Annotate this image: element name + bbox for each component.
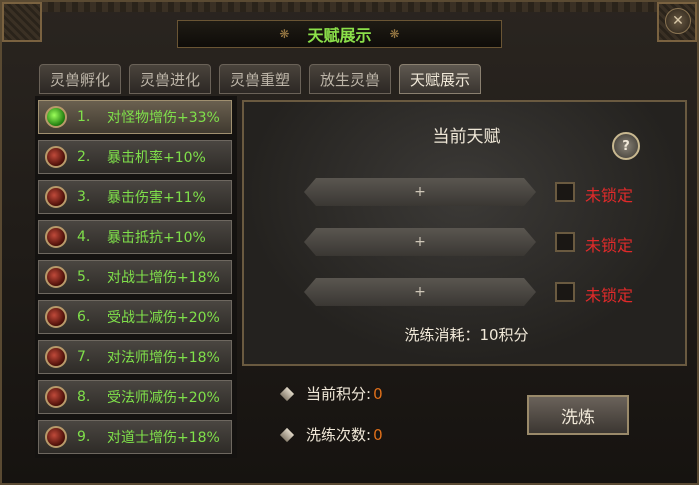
talent-list-item[interactable]: 7. 对法师增伤+18% (38, 340, 232, 374)
tab-talent-display[interactable]: 天赋展示 (399, 64, 481, 94)
title-bar: ❋ 天赋展示 ❋ (177, 20, 502, 48)
close-button[interactable]: ✕ (665, 8, 691, 34)
tab-label: 灵兽进化 (139, 70, 200, 89)
diamond-icon (279, 386, 295, 401)
talent-slot[interactable]: + (304, 228, 536, 256)
talent-text: 暴击抵抗+10% (107, 230, 206, 246)
wash-count-label: 洗练次数: (306, 426, 372, 444)
talent-text: 对道士增伤+18% (107, 430, 220, 446)
plus-icon: + (414, 284, 426, 300)
wash-button-label: 洗炼 (561, 407, 595, 428)
gem-icon (45, 346, 67, 368)
tab-label: 灵兽重塑 (229, 70, 290, 89)
points-value: 0 (373, 384, 383, 403)
talent-text: 对怪物增伤+33% (107, 110, 220, 126)
talent-slot[interactable]: + (304, 278, 536, 306)
talent-list-item[interactable]: 2. 暴击机率+10% (38, 140, 232, 174)
talent-list-item[interactable]: 8. 受法师减伤+20% (38, 380, 232, 414)
tab-spirit-reshape[interactable]: 灵兽重塑 (219, 64, 301, 94)
tab-label: 放生灵兽 (319, 70, 380, 89)
points-label: 当前积分: (306, 385, 372, 403)
wash-button[interactable]: 洗炼 (527, 395, 629, 435)
talent-text: 受战士减伤+20% (107, 310, 220, 326)
close-icon: ✕ (672, 13, 684, 29)
gem-icon (45, 146, 67, 168)
wash-cost-text: 洗练消耗：10积分 (404, 326, 529, 344)
help-button[interactable]: ? (612, 132, 640, 160)
wash-count-row: 洗练次数: 0 (279, 424, 383, 445)
talent-number: 7. (77, 349, 91, 365)
lock-checkbox[interactable] (555, 232, 575, 252)
tab-spirit-hatch[interactable]: 灵兽孵化 (39, 64, 121, 94)
talent-number: 4. (77, 229, 91, 245)
talent-slot[interactable]: + (304, 178, 536, 206)
talent-text: 暴击机率+10% (107, 150, 206, 166)
points-row: 当前积分: 0 (279, 383, 383, 404)
talent-text: 对战士增伤+18% (107, 270, 220, 286)
wash-count-value: 0 (373, 425, 383, 444)
top-ornament-strip (42, 2, 662, 12)
lock-status-label: 未锁定 (585, 186, 634, 205)
gem-icon (45, 226, 67, 248)
plus-icon: + (414, 234, 426, 250)
tab-label: 天赋展示 (409, 70, 470, 89)
gem-icon (45, 426, 67, 448)
talent-number: 3. (77, 189, 91, 205)
lock-status-label: 未锁定 (585, 236, 634, 255)
corner-ornament-top-left (2, 2, 42, 42)
talent-window: ❋ 天赋展示 ❋ ✕ 灵兽孵化 灵兽进化 灵兽重塑 放生灵兽 天赋展示 1. 对… (0, 0, 699, 485)
talent-list-item[interactable]: 4. 暴击抵抗+10% (38, 220, 232, 254)
talent-text: 暴击伤害+11% (107, 190, 206, 206)
talent-list-item[interactable]: 5. 对战士增伤+18% (38, 260, 232, 294)
tab-label: 灵兽孵化 (49, 70, 110, 89)
diamond-icon (279, 427, 295, 442)
window-title: 天赋展示 (307, 26, 372, 45)
talent-list-item[interactable]: 6. 受战士减伤+20% (38, 300, 232, 334)
talent-list-item[interactable]: 9. 对道士增伤+18% (38, 420, 232, 454)
gem-icon (45, 386, 67, 408)
talent-number: 1. (77, 109, 91, 125)
talent-text: 对法师增伤+18% (107, 350, 220, 366)
tab-release-spirit[interactable]: 放生灵兽 (309, 64, 391, 94)
plus-icon: + (414, 184, 426, 200)
gem-icon (45, 306, 67, 328)
lock-checkbox[interactable] (555, 282, 575, 302)
question-icon: ? (622, 138, 630, 154)
talent-number: 2. (77, 149, 91, 165)
talent-number: 8. (77, 389, 91, 405)
gem-icon (45, 186, 67, 208)
title-ornament-right-icon: ❋ (389, 27, 400, 41)
talent-text: 受法师减伤+20% (107, 390, 220, 406)
title-ornament-left-icon: ❋ (279, 27, 290, 41)
talent-number: 6. (77, 309, 91, 325)
tab-spirit-evolve[interactable]: 灵兽进化 (129, 64, 211, 94)
lock-checkbox[interactable] (555, 182, 575, 202)
gem-icon (45, 266, 67, 288)
talent-number: 5. (77, 269, 91, 285)
talent-list-item[interactable]: 1. 对怪物增伤+33% (38, 100, 232, 134)
talent-list-item[interactable]: 3. 暴击伤害+11% (38, 180, 232, 214)
current-talent-panel: 当前天赋 ? + 未锁定 + 未锁定 + 未锁定 洗练消耗：10积分 (242, 100, 687, 366)
talent-number: 9. (77, 429, 91, 445)
lock-status-label: 未锁定 (585, 286, 634, 305)
gem-icon (45, 106, 67, 128)
